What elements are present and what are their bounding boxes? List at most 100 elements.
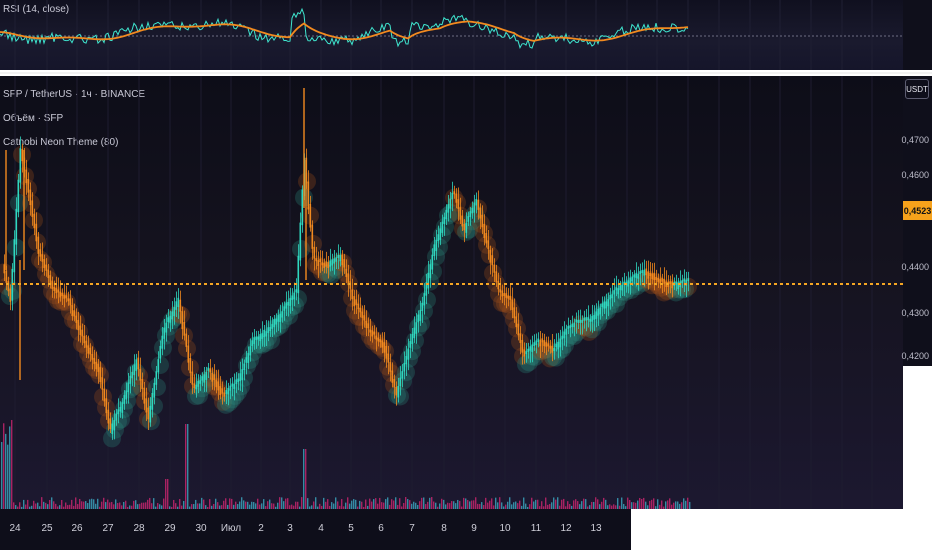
- volume-bar: [69, 504, 71, 509]
- volume-bar: [289, 505, 291, 509]
- volume-bar: [245, 501, 247, 509]
- candle-body: [29, 189, 32, 206]
- candle-body: [519, 333, 522, 343]
- rsi-ma-line: [0, 20, 689, 42]
- candle-body: [179, 299, 182, 312]
- candle-body: [443, 216, 446, 225]
- volume-bar: [101, 501, 103, 509]
- candle-body: [121, 402, 124, 413]
- candle-body: [423, 293, 426, 306]
- candle-body: [127, 382, 130, 393]
- volume-bar: [99, 506, 101, 509]
- candle-body: [367, 323, 370, 329]
- volume-bar: [265, 506, 267, 509]
- volume-bar: [521, 505, 523, 509]
- candle-body: [495, 271, 498, 283]
- candle-body: [469, 211, 472, 218]
- price-scale[interactable]: 0,4700 0,4600 0,4400 0,4300 0,4200: [901, 76, 932, 366]
- volume-bar: [401, 506, 403, 509]
- candle-body: [321, 262, 324, 266]
- candle-body: [91, 353, 94, 360]
- candle-body: [165, 322, 168, 333]
- volume-bar: [67, 505, 69, 509]
- volume-bar: [349, 503, 351, 509]
- volume-bar: [111, 501, 113, 509]
- candle-body: [353, 296, 356, 307]
- volume-bar: [367, 505, 369, 509]
- candle-body: [7, 281, 10, 292]
- candle-body: [129, 375, 132, 384]
- volume-bar: [625, 506, 627, 509]
- volume-bar: [65, 502, 67, 509]
- glow-blob: [151, 356, 169, 375]
- volume-bar: [409, 500, 411, 509]
- time-tick: 26: [71, 523, 83, 534]
- candle-body: [245, 357, 248, 363]
- candle-body: [147, 407, 150, 420]
- candle-body: [113, 420, 116, 431]
- volume-bar: [621, 497, 623, 509]
- candle-body: [171, 311, 174, 320]
- volume-bar: [63, 506, 65, 509]
- candle-body: [15, 208, 18, 245]
- volume-bar: [497, 502, 499, 509]
- candle-body: [341, 254, 344, 266]
- time-tick: 6: [378, 523, 384, 534]
- volume-bar: [85, 501, 87, 509]
- volume-bar: [547, 504, 549, 509]
- candle-body: [67, 298, 70, 302]
- volume-bar: [385, 499, 387, 509]
- volume-bar: [357, 506, 359, 509]
- volume-bar: [17, 506, 19, 509]
- candle-body: [119, 406, 122, 412]
- candle-body: [259, 334, 262, 342]
- candle-body: [43, 259, 46, 269]
- time-axis[interactable]: 24 25 26 27 28 29 30 Июл 2 3 4 5 6 7 8 9…: [0, 509, 631, 550]
- candle-body: [385, 345, 388, 359]
- candle-body: [175, 301, 178, 310]
- candle-body: [399, 377, 402, 387]
- candle-body: [283, 306, 286, 311]
- volume-bar: [565, 506, 567, 509]
- volume-bar: [365, 499, 367, 509]
- candle-body: [559, 338, 562, 348]
- volume-bar: [581, 501, 583, 509]
- volume-bar: [179, 499, 181, 509]
- volume-bar: [505, 504, 507, 509]
- volume-bar: [477, 503, 479, 509]
- candle-body: [35, 223, 38, 242]
- candle-body: [391, 370, 394, 383]
- volume-bar: [535, 499, 537, 509]
- volume-bar: [503, 506, 505, 509]
- candle-body: [57, 289, 60, 293]
- currency-button[interactable]: USDT: [905, 79, 929, 99]
- candle-body: [51, 280, 54, 289]
- volume-bar: [361, 501, 363, 509]
- volume-bar: [381, 502, 383, 509]
- candle-body: [265, 331, 268, 337]
- volume-bar: [237, 504, 239, 509]
- candle-body: [317, 260, 320, 266]
- candle-body: [383, 342, 386, 353]
- candle-body: [497, 280, 500, 290]
- candle-body: [475, 198, 478, 206]
- volume-bar: [267, 501, 269, 509]
- candle-body: [407, 348, 410, 360]
- volume-bar: [431, 497, 433, 509]
- volume-bar: [217, 502, 219, 509]
- candle-body: [169, 315, 172, 323]
- candle-body: [275, 318, 278, 325]
- candle-body: [181, 311, 184, 330]
- volume-bar: [623, 503, 625, 509]
- volume-bar: [599, 504, 601, 509]
- candle-body: [605, 301, 608, 309]
- candle-body: [145, 398, 148, 413]
- candle-body: [315, 258, 318, 262]
- candle-body: [613, 290, 616, 295]
- volume-bar: [57, 506, 59, 509]
- candle-body: [591, 315, 594, 322]
- volume-bar: [15, 505, 17, 509]
- rsi-scale[interactable]: [903, 0, 932, 70]
- candle-body: [441, 221, 444, 233]
- volume-bar: [337, 501, 339, 509]
